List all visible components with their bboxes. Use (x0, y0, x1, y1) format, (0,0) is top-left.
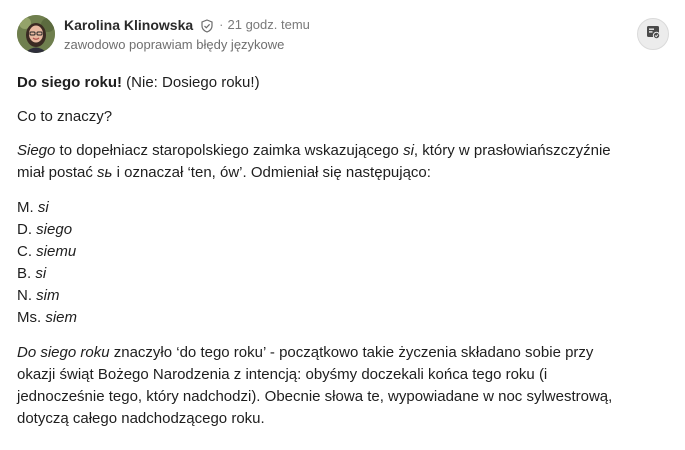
post-card: Karolina Klinowska · 21 godz. temu zawod… (0, 0, 685, 450)
question-line: Co to znaczy? (17, 108, 113, 125)
case-label: M. (17, 199, 38, 216)
case-row: D. siego (17, 219, 672, 241)
case-label: N. (17, 287, 37, 304)
paragraph-2-line-1: Do siego roku znaczyło ‘do tego roku’ - … (17, 342, 672, 364)
post-body: Do siego roku! (Nie: Dosiego roku!) Co t… (17, 72, 672, 430)
paragraph-2-line-2: okazji świąt Bożego Narodzenia z intencj… (17, 366, 548, 383)
declension-list: M. si D. siego C. siemu B. si N. sim Ms.… (17, 197, 672, 329)
term-sb: sь (97, 164, 113, 181)
case-row: C. siemu (17, 241, 672, 263)
para2-text-1: znaczyło ‘do tego roku’ - początkowo tak… (109, 344, 594, 361)
case-row: Ms. siem (17, 307, 672, 329)
shield-check-icon (200, 18, 214, 33)
case-label: Ms. (17, 309, 46, 326)
case-row: B. si (17, 263, 672, 285)
term-si: si (403, 142, 414, 159)
case-row: N. sim (17, 285, 672, 307)
paragraph-1-line-2: miał postać sь i oznaczał ‘ten, ów’. Odm… (17, 162, 672, 184)
case-form: siemu (36, 243, 77, 260)
save-bookmark-icon (645, 24, 661, 45)
meta-separator: · (219, 17, 224, 32)
post-timestamp[interactable]: 21 godz. temu (228, 16, 310, 34)
case-label: B. (17, 265, 36, 282)
para1-text-c: miał postać (17, 164, 98, 181)
paragraph-2-line-3: jednocześnie tego, który nadchodzi). Obe… (17, 388, 613, 405)
case-form: si (37, 199, 49, 216)
save-button[interactable] (637, 18, 669, 50)
author-tagline: zawodowo poprawiam błędy językowe (64, 37, 285, 52)
paragraph-1-line-1: Siego to dopełniacz staropolskiego zaimk… (17, 140, 672, 162)
case-label: D. (17, 221, 37, 238)
post-title: Do siego roku! (Nie: Dosiego roku!) (17, 72, 672, 94)
term-siego: Siego (17, 142, 56, 159)
title-rest: (Nie: Dosiego roku!) (122, 74, 260, 91)
case-label: C. (17, 243, 37, 260)
paragraph-2-line-4: dotyczą całego nadchodzącego roku. (17, 410, 265, 427)
para1-text-d: i oznaczał ‘ten, ów’. Odmieniał się nast… (112, 164, 431, 181)
term-do-siego-roku: Do siego roku (17, 344, 110, 361)
title-bold: Do siego roku! (17, 74, 123, 91)
case-form: siego (36, 221, 73, 238)
case-form: sim (36, 287, 60, 304)
para1-text-a: to dopełniacz staropolskiego zaimka wska… (55, 142, 404, 159)
case-row: M. si (17, 197, 672, 219)
author-avatar[interactable] (17, 15, 55, 53)
para1-text-b: , który w prasłowiańszczyźnie (413, 142, 611, 159)
author-name[interactable]: Karolina Klinowska (64, 16, 193, 34)
case-form: si (35, 265, 47, 282)
case-form: siem (45, 309, 78, 326)
author-header: Karolina Klinowska · 21 godz. temu (64, 16, 310, 34)
